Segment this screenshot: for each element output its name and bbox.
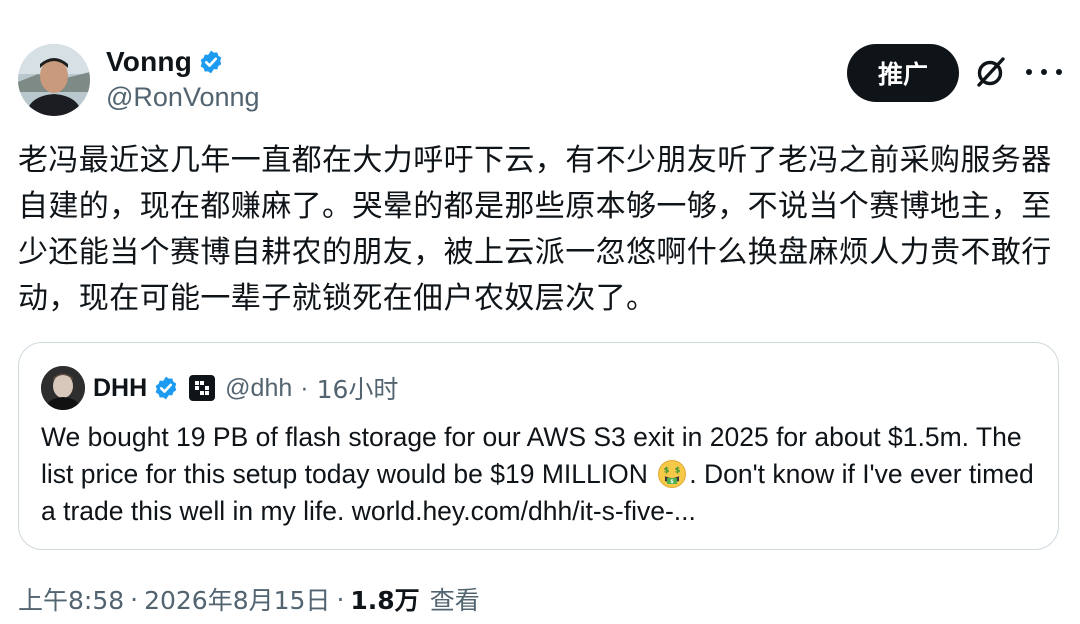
tweet-footer: 上午8:58 · 2026年8月15日 · 1.8万 查看 [18, 581, 480, 617]
author-display-name[interactable]: Vonng [106, 46, 192, 78]
quoted-timestamp[interactable]: 16小时 [317, 370, 399, 406]
affiliation-badge-icon[interactable] [189, 375, 216, 401]
promote-button[interactable]: 推广 [847, 44, 959, 102]
svg-text:$: $ [675, 466, 681, 475]
author-avatar[interactable] [18, 44, 90, 116]
author-names: Vonng @RonVonng [106, 44, 260, 113]
quoted-author-display-name[interactable]: DHH [93, 374, 147, 403]
tweet-text: 老冯最近这几年一直都在大力呼吁下云，有不少朋友听了老冯之前采购服务器自建的，现在… [18, 143, 1052, 316]
quoted-verified-badge-icon [155, 376, 177, 400]
quoted-author-avatar[interactable] [41, 366, 85, 410]
quoted-tweet-header: DHH @dhh · 16小时 [41, 365, 398, 411]
tweet-date[interactable]: 2026年8月15日 [144, 581, 330, 617]
footer-separator: · [130, 584, 139, 614]
views-label: 查看 [429, 586, 480, 615]
money-mouth-face-icon: $ $ $ [658, 460, 687, 488]
tweet-header: Vonng @RonVonng 推广 [18, 42, 1062, 122]
quoted-tweet[interactable]: DHH @dhh · 16小时 We bought 19 PB of flash… [18, 342, 1059, 550]
svg-text:$: $ [670, 479, 674, 485]
author-handle[interactable]: @RonVonng [106, 82, 260, 113]
tweet-time[interactable]: 上午8:58 [18, 581, 124, 617]
quoted-separator: · [300, 373, 309, 402]
footer-separator: · [336, 584, 345, 614]
quoted-tweet-text: We bought 19 PB of flash storage for our… [41, 419, 1041, 530]
svg-text:$: $ [664, 466, 670, 475]
views-count[interactable]: 1.8万 [350, 581, 419, 617]
verified-badge-icon [200, 50, 222, 74]
grok-icon[interactable] [973, 54, 1009, 90]
more-options-icon[interactable] [1026, 57, 1062, 87]
quoted-author-handle[interactable]: @dhh [225, 374, 292, 403]
